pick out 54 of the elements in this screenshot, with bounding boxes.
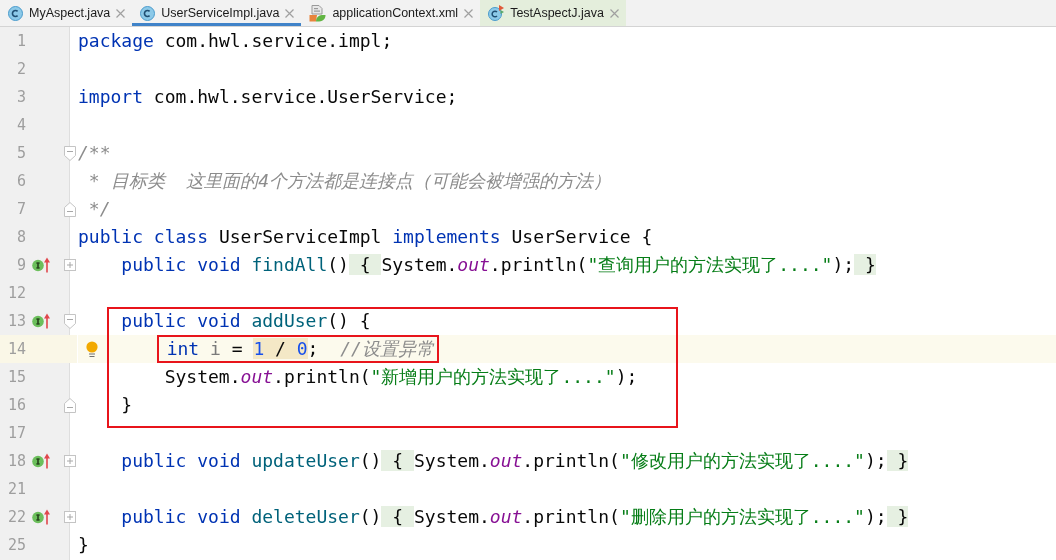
- code-line: public void findAll() { System.out.println("查询用户的方法实现了...."); }: [121, 253, 876, 277]
- fold-plus-icon[interactable]: [63, 259, 76, 271]
- file-leaf-icon: [309, 4, 327, 22]
- line-number: 4: [15, 116, 26, 134]
- fold-plus-icon[interactable]: [63, 511, 76, 523]
- line-number: 18: [6, 452, 26, 470]
- fold-plus-icon[interactable]: [63, 455, 76, 467]
- c-circle-icon: [8, 5, 23, 21]
- up-arrow-marker-icon[interactable]: [32, 453, 51, 469]
- line-number: 21: [6, 480, 26, 498]
- line-number: 5: [15, 144, 26, 162]
- line-number: 6: [15, 172, 26, 190]
- line-number: 2: [15, 60, 26, 78]
- lightbulb-icon[interactable]: [86, 340, 98, 358]
- editor-tab[interactable]: TestAspectJ.java: [480, 0, 626, 26]
- line-number: 8: [15, 228, 26, 246]
- c-circle-icon: [140, 5, 156, 21]
- line-number: 14: [6, 340, 26, 358]
- code-line: public void addUser() {: [121, 309, 371, 333]
- fold-minus-icon[interactable]: [63, 397, 76, 413]
- line-number: 25: [6, 536, 26, 554]
- line-number: 1: [15, 32, 26, 50]
- code-line: }: [121, 393, 133, 417]
- close-icon[interactable]: [464, 8, 474, 18]
- up-arrow-marker-icon[interactable]: [32, 313, 51, 329]
- code-line: */: [88, 197, 111, 221]
- code-line: * 目标类 这里面的4个方法都是连接点（可能会被增强的方法）: [88, 169, 611, 193]
- code-line: }: [78, 533, 89, 557]
- line-number: 3: [15, 88, 26, 106]
- code-line: public class UserServiceImpl implements UserService {: [78, 225, 653, 249]
- code-line: package com.hwl.service.impl;: [78, 29, 393, 53]
- code-line: public void updateUser() { System.out.println("修改用户的方法实现了...."); }: [121, 449, 909, 473]
- code-line: import com.hwl.service.UserService;: [78, 85, 458, 109]
- code-line: int i = 1 / 0; //设置异常: [166, 337, 434, 361]
- line-number: 22: [6, 508, 26, 526]
- close-icon[interactable]: [609, 8, 619, 18]
- fold-minus-icon[interactable]: [63, 313, 76, 329]
- c-circle-test-icon: [488, 5, 505, 21]
- close-icon[interactable]: [116, 8, 126, 18]
- fold-minus-icon[interactable]: [63, 145, 76, 161]
- up-arrow-marker-icon[interactable]: [32, 509, 51, 525]
- up-arrow-marker-icon[interactable]: [32, 257, 51, 273]
- line-number: 12: [6, 284, 26, 302]
- line-number: 9: [15, 256, 26, 274]
- line-number: 15: [6, 368, 26, 386]
- line-number: 16: [6, 396, 26, 414]
- fold-minus-icon[interactable]: [63, 201, 76, 217]
- code-line: public void deleteUser() { System.out.println("删除用户的方法实现了...."); }: [121, 505, 909, 529]
- line-number: 17: [6, 424, 26, 442]
- close-icon[interactable]: [285, 8, 295, 18]
- code-line: /**: [78, 141, 111, 165]
- code-line: System.out.println("新增用户的方法实现了....");: [164, 365, 638, 389]
- line-number: 13: [6, 312, 26, 330]
- line-number: 7: [15, 200, 26, 218]
